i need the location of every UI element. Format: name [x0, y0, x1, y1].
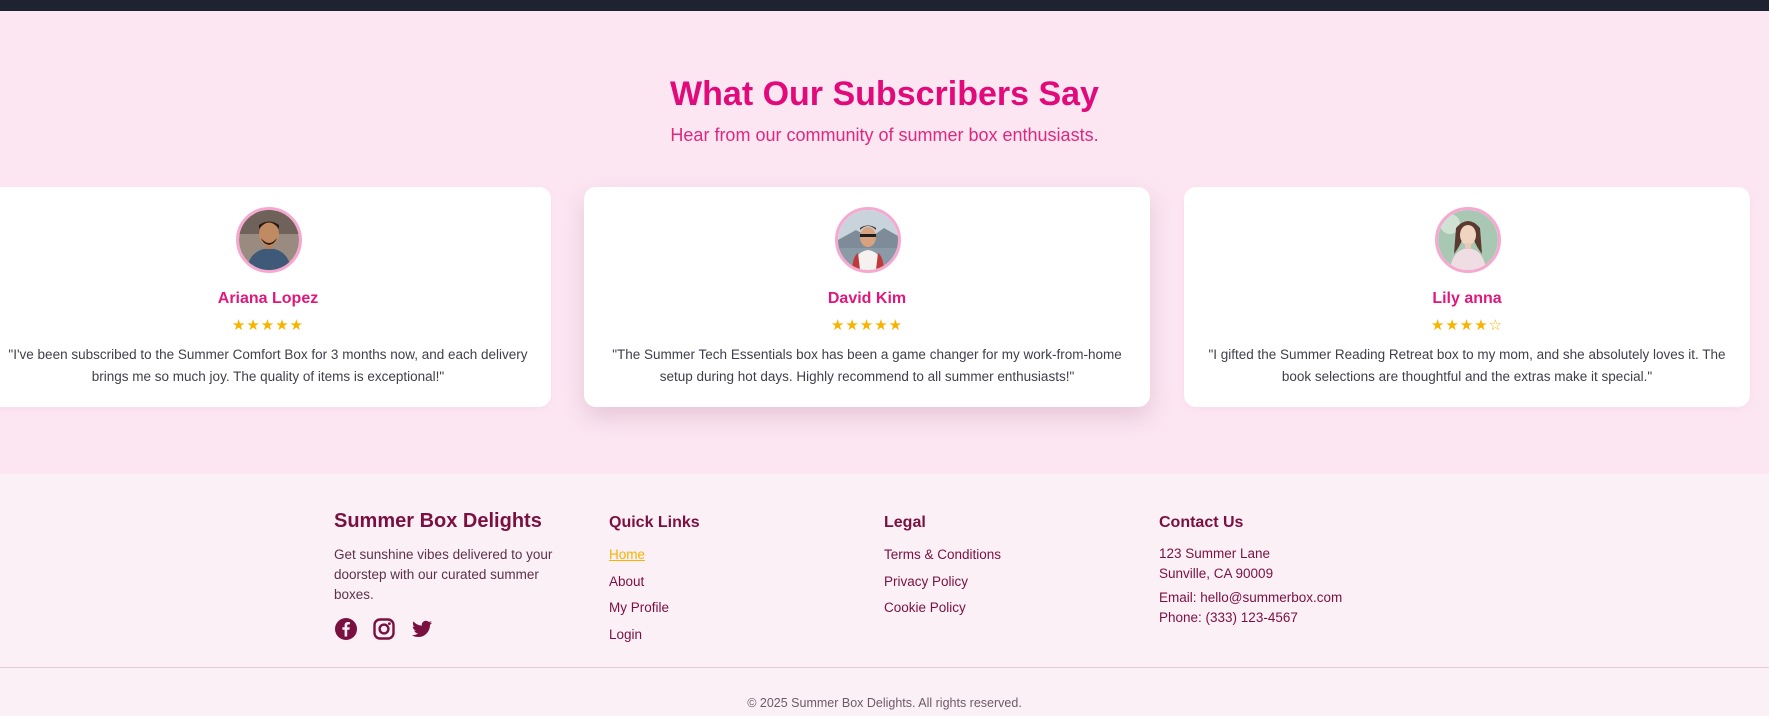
testimonials-subtitle: Hear from our community of summer box en…: [670, 125, 1099, 145]
twitter-icon[interactable]: [410, 617, 434, 641]
footer-link-terms[interactable]: Terms & Conditions: [884, 542, 1084, 569]
contact-phone: Phone: (333) 123-4567: [1159, 610, 1298, 625]
footer-brand-title: Summer Box Delights: [334, 510, 542, 532]
quick-links-list: Home About My Profile Login: [609, 542, 809, 648]
footer-link-privacy[interactable]: Privacy Policy: [884, 569, 1084, 596]
star-rating: ★★★★★: [830, 317, 904, 334]
site-footer: Summer Box Delights Get sunshine vibes d…: [0, 474, 1769, 716]
testimonial-card: Ariana Lopez ★★★★★ "I've been subscribed…: [0, 187, 551, 407]
facebook-icon[interactable]: [334, 617, 358, 641]
copyright-text: © 2025 Summer Box Delights. All rights r…: [747, 696, 1022, 710]
avatar: [835, 207, 901, 273]
testimonial-quote: "I gifted the Summer Reading Retreat box…: [1208, 347, 1726, 384]
contact-title: Contact Us: [1159, 514, 1244, 531]
testimonials-title: What Our Subscribers Say: [670, 75, 1099, 113]
legal-title: Legal: [884, 514, 926, 531]
footer-quick-links-column: Quick Links Home About My Profile Login: [609, 510, 809, 648]
footer-contact-column: Contact Us 123 Summer Lane Sunville, CA …: [1159, 510, 1419, 628]
reviewer-name: David Kim: [827, 290, 907, 307]
reviewer-name: Ariana Lopez: [217, 290, 319, 307]
footer-link-home[interactable]: Home: [609, 542, 809, 569]
avatar: [236, 207, 302, 273]
instagram-icon[interactable]: [372, 617, 396, 641]
footer-divider: [0, 667, 1769, 668]
footer-brand-description: Get sunshine vibes delivered to your doo…: [334, 547, 553, 602]
contact-address: 123 Summer Lane Sunville, CA 90009: [1159, 544, 1419, 584]
quick-links-title: Quick Links: [609, 514, 700, 531]
legal-links-list: Terms & Conditions Privacy Policy Cookie…: [884, 542, 1084, 622]
footer-link-my-profile[interactable]: My Profile: [609, 595, 809, 622]
reviewer-name: Lily anna: [1432, 290, 1502, 307]
avatar: [1435, 207, 1501, 273]
footer-link-cookie[interactable]: Cookie Policy: [884, 595, 1084, 622]
testimonial-card: Lily anna ★★★★☆ "I gifted the Summer Rea…: [1184, 187, 1750, 407]
address-line-2: Sunville, CA 90009: [1159, 566, 1274, 581]
testimonial-quote: "I've been subscribed to the Summer Comf…: [8, 347, 528, 384]
footer-legal-column: Legal Terms & Conditions Privacy Policy …: [884, 510, 1084, 622]
social-links: [334, 617, 564, 641]
footer-link-login[interactable]: Login: [609, 622, 809, 649]
contact-details: Email: hello@summerbox.com Phone: (333) …: [1159, 588, 1419, 628]
footer-brand-column: Summer Box Delights Get sunshine vibes d…: [334, 510, 564, 641]
top-nav-bar-edge: [0, 0, 1769, 11]
star-rating: ★★★★☆: [1430, 317, 1504, 334]
footer-link-about[interactable]: About: [609, 569, 809, 596]
star-rating: ★★★★★: [231, 317, 305, 334]
testimonial-card: David Kim ★★★★★ "The Summer Tech Essenti…: [584, 187, 1150, 407]
address-line-1: 123 Summer Lane: [1159, 546, 1271, 561]
testimonials-section: What Our Subscribers Say Hear from our c…: [0, 11, 1769, 474]
testimonial-quote: "The Summer Tech Essentials box has been…: [612, 347, 1122, 384]
contact-email: Email: hello@summerbox.com: [1159, 590, 1343, 605]
